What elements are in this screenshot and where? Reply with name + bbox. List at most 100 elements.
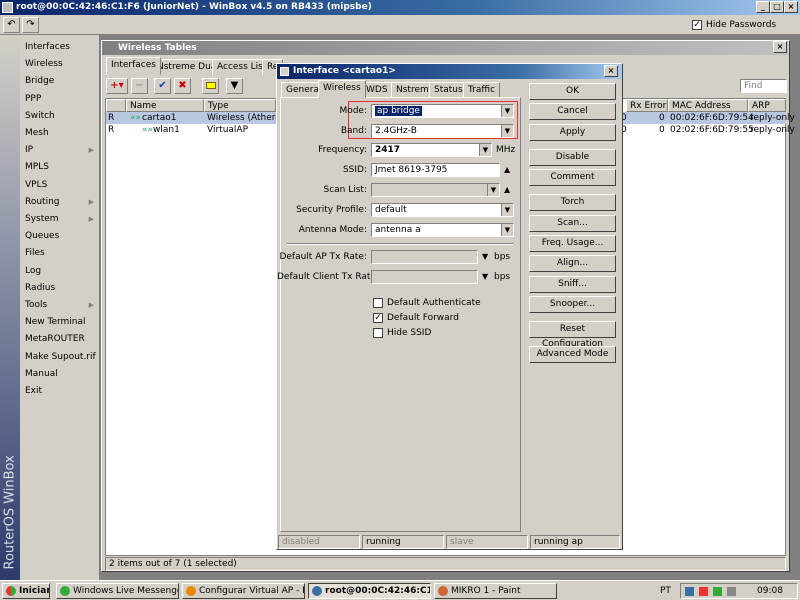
hide-ssid-checkbox[interactable] xyxy=(373,328,383,338)
default-ap-tx-dropdown-icon[interactable]: ▼ xyxy=(482,250,488,264)
divider xyxy=(287,243,513,245)
filter-icon[interactable]: ▼ xyxy=(226,78,243,94)
sidebar-item-mpls[interactable]: MPLS xyxy=(22,159,98,176)
sidebar-item-metarouter[interactable]: MetaROUTER xyxy=(22,331,98,348)
sidebar-item-files[interactable]: Files xyxy=(22,245,98,262)
comment-icon[interactable] xyxy=(202,78,219,94)
sidebar-item-exit[interactable]: Exit xyxy=(22,383,98,400)
tray-icon[interactable] xyxy=(727,587,736,596)
minimize-button[interactable]: _ xyxy=(756,1,770,13)
ok-button[interactable]: OK xyxy=(529,83,616,100)
cancel-button[interactable]: Cancel xyxy=(529,103,616,120)
ssid-input[interactable]: Jmet 8619-3795 xyxy=(371,163,500,177)
default-ap-tx-input[interactable] xyxy=(371,250,478,264)
security-profile-select[interactable]: default ▼ xyxy=(371,203,514,217)
sidebar-item-interfaces[interactable]: Interfaces xyxy=(22,39,98,56)
tab-traffic[interactable]: Traffic xyxy=(463,82,501,98)
tray-icon[interactable] xyxy=(699,587,708,596)
ssid-expand-icon[interactable]: ▲ xyxy=(504,163,510,177)
hide-passwords-checkbox[interactable]: ✓ xyxy=(692,20,702,30)
redo-icon[interactable]: ↷ xyxy=(22,17,39,33)
wireless-tables-close-button[interactable]: × xyxy=(773,41,787,53)
scan-button[interactable]: Scan... xyxy=(529,215,616,232)
task-label: Windows Live Messenger xyxy=(73,586,179,596)
close-button[interactable]: × xyxy=(784,1,798,13)
frequency-value: 2417 xyxy=(375,145,401,155)
sidebar-item-radius[interactable]: Radius xyxy=(22,280,98,297)
tab-wireless[interactable]: Wireless xyxy=(318,80,366,98)
mode-select[interactable]: ap bridge ▼ xyxy=(371,104,514,118)
col-arp-header[interactable]: ARP xyxy=(748,99,786,112)
sniff-button[interactable]: Sniff... xyxy=(529,276,616,293)
sidebar-item-wireless[interactable]: Wireless xyxy=(22,56,98,73)
apply-button[interactable]: Apply xyxy=(529,124,616,141)
disable-button[interactable]: Disable xyxy=(529,149,616,166)
hide-ssid-label: Hide SSID xyxy=(387,328,432,338)
col-type-header[interactable]: Type xyxy=(204,99,276,112)
freq-usage-button[interactable]: Freq. Usage... xyxy=(529,235,616,252)
sidebar-item-new-terminal[interactable]: New Terminal xyxy=(22,314,98,331)
col-flag-header[interactable] xyxy=(106,99,126,112)
sidebar-item-label: Mesh xyxy=(25,128,49,138)
chevron-down-icon: ▼ xyxy=(487,184,499,196)
undo-icon[interactable]: ↶ xyxy=(3,17,20,33)
task-messenger[interactable]: Windows Live Messenger xyxy=(56,583,179,599)
sidebar-item-log[interactable]: Log xyxy=(22,263,98,280)
tray-icon[interactable] xyxy=(685,587,694,596)
sidebar-item-manual[interactable]: Manual xyxy=(22,366,98,383)
enable-check-icon[interactable]: ✔ xyxy=(154,78,171,94)
default-authenticate-checkbox[interactable] xyxy=(373,298,383,308)
sidebar-item-bridge[interactable]: Bridge xyxy=(22,73,98,90)
tab-status[interactable]: Status xyxy=(429,82,468,98)
maximize-button[interactable]: □ xyxy=(770,1,784,13)
col-rx-errors-header[interactable]: Rx Errors xyxy=(626,99,668,112)
reset-configuration-button[interactable]: Reset Configuration xyxy=(529,321,616,349)
sidebar-item-queues[interactable]: Queues xyxy=(22,228,98,245)
row-type: VirtualAP xyxy=(207,125,248,135)
tab-wds[interactable]: WDS xyxy=(361,82,393,98)
antenna-mode-select[interactable]: antenna a ▼ xyxy=(371,223,514,237)
start-button[interactable]: Iniciar xyxy=(2,583,50,599)
task-winbox[interactable]: root@00:0C:42:46:C1:... xyxy=(308,583,431,599)
snooper-button[interactable]: Snooper... xyxy=(529,296,616,313)
clock: 09:08 xyxy=(757,586,783,596)
torch-button[interactable]: Torch xyxy=(529,194,616,211)
row-name: cartao1 xyxy=(142,113,177,123)
tab-interfaces[interactable]: Interfaces xyxy=(106,57,161,75)
default-forward-checkbox[interactable]: ✓ xyxy=(373,313,383,323)
add-icon[interactable]: +▾ xyxy=(106,78,128,94)
sidebar-item-ppp[interactable]: PPP xyxy=(22,91,98,108)
default-client-tx-dropdown-icon[interactable]: ▼ xyxy=(482,270,488,284)
tray-icon[interactable] xyxy=(713,587,722,596)
sidebar-item-tools[interactable]: Tools ▶ xyxy=(22,297,98,314)
dialog-close-button[interactable]: × xyxy=(604,65,618,77)
sidebar-item-vpls[interactable]: VPLS xyxy=(22,177,98,194)
default-client-tx-input[interactable] xyxy=(371,270,478,284)
scan-list-expand-icon[interactable]: ▲ xyxy=(504,183,510,197)
find-input[interactable]: Find xyxy=(740,79,787,93)
scan-list-select[interactable]: ▼ xyxy=(371,183,500,197)
sidebar-item-routing[interactable]: Routing ▶ xyxy=(22,194,98,211)
sidebar-item-mesh[interactable]: Mesh xyxy=(22,125,98,142)
task-browser[interactable]: Configurar Virtual AP - P... xyxy=(182,583,305,599)
dialog-status-slave: slave xyxy=(446,535,528,549)
language-indicator[interactable]: PT xyxy=(660,584,671,598)
align-button[interactable]: Align... xyxy=(529,255,616,272)
disable-x-icon[interactable]: ✖ xyxy=(174,78,191,94)
sidebar-item-switch[interactable]: Switch xyxy=(22,108,98,125)
task-paint[interactable]: MIKRO 1 - Paint xyxy=(434,583,557,599)
advanced-mode-button[interactable]: Advanced Mode xyxy=(529,346,616,363)
row-flag: R xyxy=(108,125,115,135)
sidebar-item-ip[interactable]: IP ▶ xyxy=(22,142,98,159)
frequency-select[interactable]: 2417 ▼ xyxy=(371,143,492,157)
messenger-icon xyxy=(60,586,70,596)
sidebar-item-label: Radius xyxy=(25,282,56,293)
band-select[interactable]: 2.4GHz-B ▼ xyxy=(371,124,514,138)
remove-icon[interactable]: − xyxy=(131,78,148,94)
sidebar-item-system[interactable]: System ▶ xyxy=(22,211,98,228)
col-mac-header[interactable]: MAC Address xyxy=(668,99,748,112)
comment-button[interactable]: Comment xyxy=(529,169,616,186)
col-name-header[interactable]: Name xyxy=(126,99,204,112)
sidebar-item-make-supout-rif[interactable]: Make Supout.rif xyxy=(22,349,98,366)
brand-strip: RouterOS WinBox xyxy=(0,35,20,582)
